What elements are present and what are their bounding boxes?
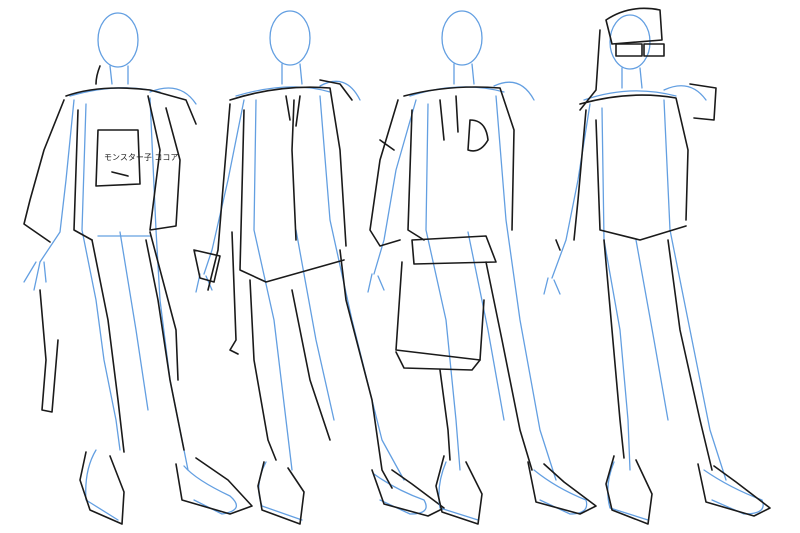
sketch-canvas: モンスター子 ココア (0, 0, 800, 533)
figure-3 (367, 10, 597, 525)
figure-2-ink (193, 79, 445, 525)
figure-2 (193, 10, 445, 525)
figure-1-ink (23, 65, 253, 525)
figure-4-ink (555, 7, 771, 525)
figure-4-guide (543, 14, 764, 521)
figure-1-note: モンスター子 ココア (104, 153, 178, 162)
figure-4 (543, 7, 771, 525)
figure-sketch-sheet: モンスター子 ココア (23, 7, 771, 525)
figure-3-ink (369, 86, 597, 525)
